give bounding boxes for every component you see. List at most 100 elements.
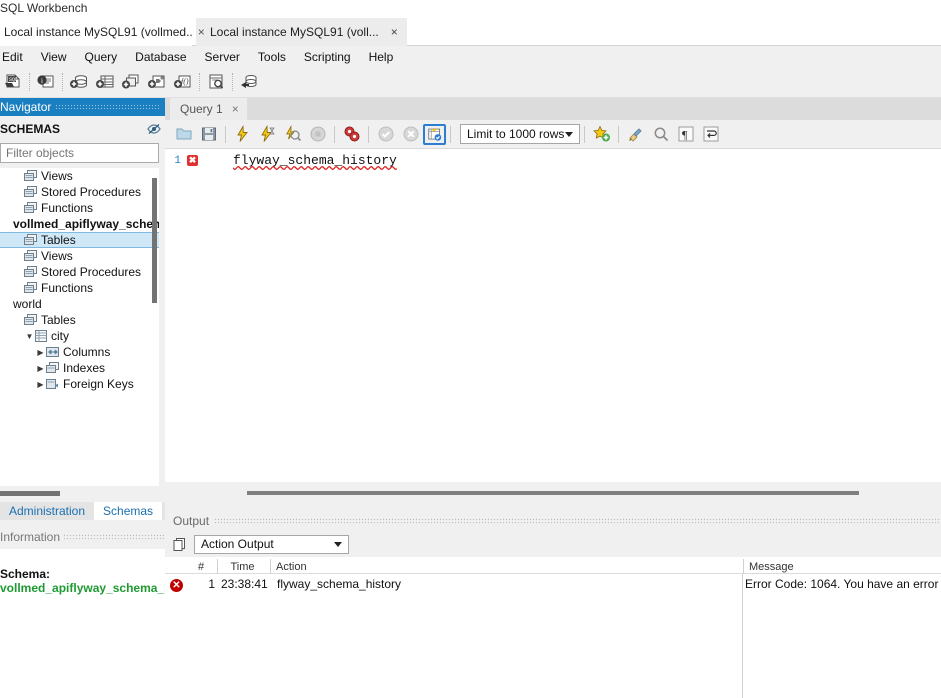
open-sql-script-icon[interactable]: SQL: [0, 69, 26, 95]
create-view-icon[interactable]: [118, 69, 144, 95]
create-table-icon[interactable]: [92, 69, 118, 95]
limit-rows-select[interactable]: Limit to 1000 rows: [460, 124, 580, 144]
search-input[interactable]: [4, 144, 158, 162]
chevron-down-icon[interactable]: ▼: [24, 332, 35, 341]
routines-icon: [24, 282, 37, 294]
connection-tab-1[interactable]: Local instance MySQL91 (vollmed.. ×: [0, 18, 205, 46]
schema-tree[interactable]: Views Stored Procedures Functions vollmed_a…: [0, 168, 159, 486]
copy-output-icon[interactable]: [171, 536, 188, 553]
tree-item-views[interactable]: Views: [0, 248, 159, 264]
execute-all-icon[interactable]: [230, 122, 255, 147]
menu-view[interactable]: View: [32, 48, 76, 66]
row-time: 23:38:41: [221, 577, 268, 591]
tree-item-tables[interactable]: Tables: [0, 232, 159, 248]
tree-item-city[interactable]: ▼ city: [0, 328, 159, 344]
create-function-icon[interactable]: f(): [170, 69, 196, 95]
output-view-select[interactable]: Action Output: [194, 534, 349, 554]
chevron-down-icon[interactable]: [565, 131, 573, 137]
columns-icon: [46, 346, 59, 358]
tab-administration[interactable]: Administration: [0, 502, 94, 520]
tree-item-label: Stored Procedures: [41, 185, 142, 199]
toggle-stop-icon[interactable]: [339, 122, 364, 147]
beautify-icon[interactable]: [623, 122, 648, 147]
menu-bar: Edit View Query Database Server Tools Sc…: [0, 46, 941, 67]
filter-objects-input[interactable]: [0, 143, 159, 163]
splitter-grip[interactable]: [247, 491, 859, 495]
toolbar-separator: [334, 125, 335, 143]
tree-item-stored-procedures[interactable]: Stored Procedures: [0, 184, 159, 200]
column-header-number[interactable]: #: [187, 559, 215, 574]
open-script-icon[interactable]: [171, 122, 196, 147]
svg-text:¶: ¶: [682, 128, 688, 142]
invisible-chars-icon[interactable]: ¶: [673, 122, 698, 147]
column-header-action[interactable]: Action: [270, 559, 740, 574]
new-query-tab-icon[interactable]: i: [33, 69, 59, 95]
routines-icon: [24, 202, 37, 214]
tree-item-functions[interactable]: Functions: [0, 280, 159, 296]
error-marker-icon[interactable]: ✖: [187, 155, 198, 166]
menu-scripting[interactable]: Scripting: [295, 48, 360, 66]
close-icon[interactable]: ×: [391, 26, 398, 38]
editor-output-splitter[interactable]: [165, 482, 941, 504]
new-snippet-icon[interactable]: [589, 122, 614, 147]
create-procedure-icon[interactable]: [144, 69, 170, 95]
create-schema-icon[interactable]: [66, 69, 92, 95]
schema-tree-scrollbar[interactable]: [152, 178, 157, 303]
menu-server[interactable]: Server: [196, 48, 249, 66]
menu-query[interactable]: Query: [75, 48, 126, 66]
views-icon: [24, 250, 37, 262]
reconnect-server-icon[interactable]: [236, 69, 262, 95]
rollback-icon: [398, 122, 423, 147]
close-icon[interactable]: ×: [232, 102, 239, 116]
chevron-right-icon[interactable]: ▶: [35, 380, 46, 389]
menu-database[interactable]: Database: [126, 48, 195, 66]
tree-item-label: Functions: [41, 201, 94, 215]
execute-statement-icon[interactable]: [255, 122, 280, 147]
svg-text:f(): f(): [181, 77, 189, 86]
svg-text:SQL: SQL: [9, 77, 18, 83]
output-panel: Output Action Output # Time Action Messa…: [165, 504, 941, 698]
find-icon[interactable]: [648, 122, 673, 147]
tree-item-views[interactable]: Views: [0, 168, 159, 184]
wrap-lines-icon[interactable]: [698, 122, 723, 147]
connection-tab-bar: Local instance MySQL91 (vollmed.. × Loca…: [0, 18, 941, 46]
tree-item-world[interactable]: world: [0, 296, 159, 312]
header-dot-pattern: [214, 518, 941, 524]
inspect-object-icon[interactable]: [203, 69, 229, 95]
connection-tab-2[interactable]: Local instance MySQL91 (voll... ×: [196, 18, 407, 46]
query-tab-1[interactable]: Query 1 ×: [170, 98, 247, 120]
column-header-time[interactable]: Time: [217, 559, 267, 574]
tree-item-functions[interactable]: Functions: [0, 200, 159, 216]
navigator-header: Navigator: [0, 98, 165, 116]
chevron-down-icon[interactable]: [334, 541, 342, 547]
autocommit-icon[interactable]: [423, 123, 446, 145]
schema-tree-hscrollbar[interactable]: [0, 490, 159, 498]
menu-tools[interactable]: Tools: [249, 48, 295, 66]
menu-edit[interactable]: Edit: [0, 48, 32, 66]
tree-item-label: Tables: [41, 233, 76, 247]
tree-item-columns[interactable]: ▶ Columns: [0, 344, 159, 360]
column-header-message[interactable]: Message: [743, 559, 941, 574]
routines-icon: [24, 266, 37, 278]
close-icon[interactable]: ×: [198, 26, 205, 38]
tree-item-tables[interactable]: Tables: [0, 312, 159, 328]
table-row[interactable]: ✕ 1 23:38:41 flyway_schema_history Error…: [165, 574, 941, 596]
tree-item-stored-procedures[interactable]: Stored Procedures: [0, 264, 159, 280]
sql-editor[interactable]: 1 ✖ flyway_schema_history: [165, 149, 941, 482]
menu-help[interactable]: Help: [360, 48, 403, 66]
tab-schemas[interactable]: Schemas: [94, 502, 163, 520]
chevron-right-icon[interactable]: ▶: [35, 364, 46, 373]
chevron-right-icon[interactable]: ▶: [35, 348, 46, 357]
sql-code-text[interactable]: flyway_schema_history: [233, 153, 397, 168]
tree-item-vollmed-apiflyway-schema-l[interactable]: vollmed_apiflyway_schema_l: [0, 216, 159, 232]
tree-item-foreign-keys[interactable]: ▶ Foreign Keys: [0, 376, 159, 392]
limit-rows-label: Limit to 1000 rows: [467, 127, 565, 141]
tree-item-indexes[interactable]: ▶ Indexes: [0, 360, 159, 376]
scrollbar-thumb[interactable]: [0, 491, 60, 496]
explain-icon[interactable]: [280, 122, 305, 147]
save-script-icon[interactable]: [196, 122, 221, 147]
refresh-icon[interactable]: [147, 122, 161, 136]
column-divider: [742, 574, 743, 698]
editor-area: Query 1 × Limit to 1000 rows ¶ 1 ✖ flywa…: [165, 98, 941, 698]
toolbar-separator: [232, 73, 233, 91]
